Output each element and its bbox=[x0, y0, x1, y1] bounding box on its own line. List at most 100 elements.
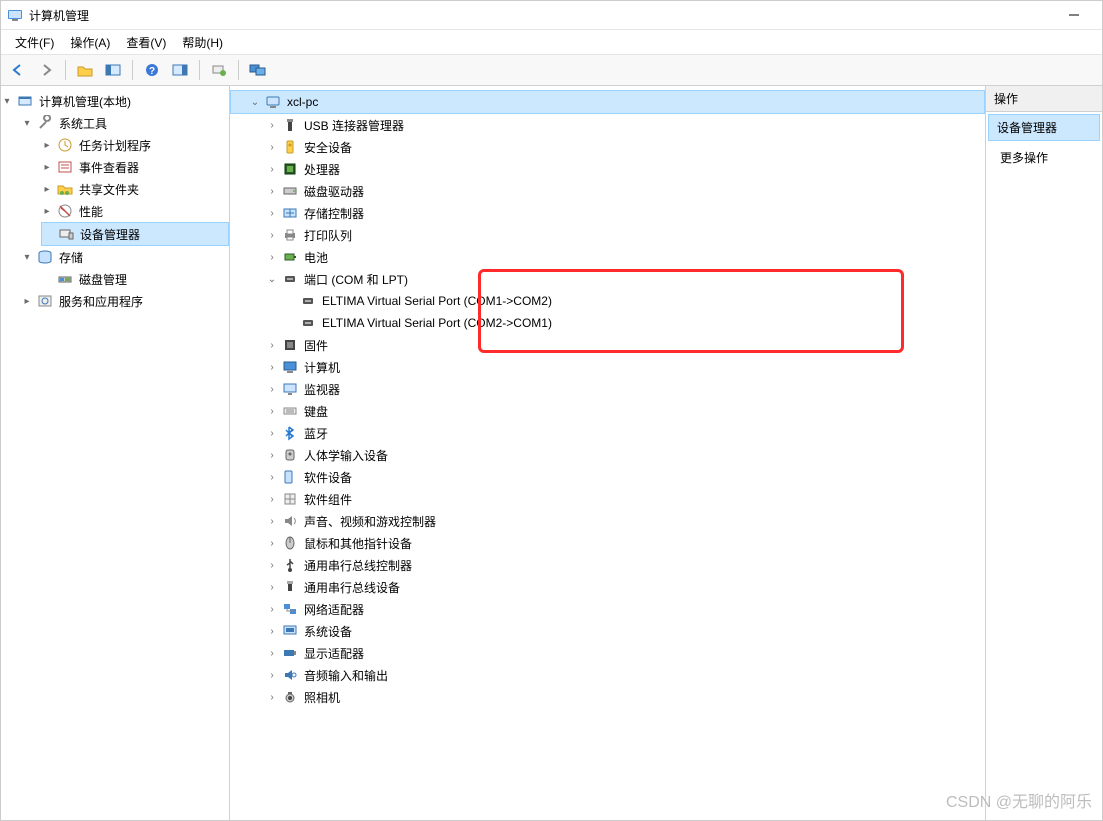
device-category[interactable]: › 显示适配器 bbox=[230, 642, 985, 664]
monitors-button[interactable] bbox=[245, 57, 271, 83]
device-category[interactable]: ›蓝牙 bbox=[230, 422, 985, 444]
expand-icon[interactable]: ▸ bbox=[41, 184, 53, 195]
device-category[interactable]: ⌄端口 (COM 和 LPT) bbox=[230, 268, 985, 290]
actions-pane-more[interactable]: 更多操作 bbox=[986, 143, 1102, 172]
device-category[interactable]: ›固件 bbox=[230, 334, 985, 356]
tree-storage[interactable]: ▾ 存储 bbox=[21, 246, 229, 268]
menu-file[interactable]: 文件(F) bbox=[7, 32, 62, 53]
show-hide-tree-button[interactable] bbox=[100, 57, 126, 83]
pane-button[interactable] bbox=[167, 57, 193, 83]
expand-icon[interactable]: › bbox=[266, 340, 278, 351]
cpu-icon bbox=[282, 161, 298, 177]
device-category[interactable]: ›处理器 bbox=[230, 158, 985, 180]
expand-icon[interactable]: ▾ bbox=[21, 252, 33, 263]
device-category[interactable]: › 监视器 bbox=[230, 378, 985, 400]
tree-disk-management[interactable]: 磁盘管理 bbox=[41, 268, 229, 290]
expand-icon[interactable]: › bbox=[266, 120, 278, 131]
expand-icon[interactable]: › bbox=[266, 208, 278, 219]
tree-shared-folders[interactable]: ▸共享文件夹 bbox=[41, 178, 229, 200]
minimize-button[interactable] bbox=[1052, 1, 1096, 29]
expand-icon[interactable]: › bbox=[266, 384, 278, 395]
software-device-icon bbox=[282, 469, 298, 485]
expand-icon[interactable]: › bbox=[266, 450, 278, 461]
device-category[interactable]: ›软件设备 bbox=[230, 466, 985, 488]
expand-icon[interactable]: › bbox=[266, 428, 278, 439]
expand-icon[interactable]: › bbox=[266, 406, 278, 417]
menu-help[interactable]: 帮助(H) bbox=[174, 32, 231, 53]
tree-event-viewer[interactable]: ▸事件查看器 bbox=[41, 156, 229, 178]
expand-icon[interactable]: › bbox=[266, 560, 278, 571]
expand-icon[interactable]: › bbox=[266, 142, 278, 153]
expand-icon[interactable]: › bbox=[266, 230, 278, 241]
tree-label: 服务和应用程序 bbox=[57, 293, 145, 310]
expand-icon[interactable]: ▸ bbox=[41, 206, 53, 217]
help-button[interactable]: ? bbox=[139, 57, 165, 83]
expand-icon[interactable]: › bbox=[266, 164, 278, 175]
folder-up-button[interactable] bbox=[72, 57, 98, 83]
device-category[interactable]: ›USB 连接器管理器 bbox=[230, 114, 985, 136]
device-category[interactable]: ›安全设备 bbox=[230, 136, 985, 158]
device-category[interactable]: › 系统设备 bbox=[230, 620, 985, 642]
device-category[interactable]: ›打印队列 bbox=[230, 224, 985, 246]
device-label: 监视器 bbox=[302, 381, 342, 398]
expand-icon[interactable]: › bbox=[266, 648, 278, 659]
tree-services-apps[interactable]: ▸ 服务和应用程序 bbox=[21, 290, 229, 312]
device-category[interactable]: ›照相机 bbox=[230, 686, 985, 708]
tree-root[interactable]: ▾ 计算机管理(本地) bbox=[1, 90, 229, 112]
device-category[interactable]: › 人体学输入设备 bbox=[230, 444, 985, 466]
expand-icon[interactable]: › bbox=[266, 670, 278, 681]
device-category[interactable]: ›存储控制器 bbox=[230, 202, 985, 224]
device-label: 人体学输入设备 bbox=[302, 447, 390, 464]
tree-label: 存储 bbox=[57, 249, 85, 266]
device-category[interactable]: ›键盘 bbox=[230, 400, 985, 422]
expand-icon[interactable]: › bbox=[266, 604, 278, 615]
expand-icon[interactable]: ⌄ bbox=[249, 97, 261, 108]
expand-icon[interactable]: › bbox=[266, 626, 278, 637]
device-category[interactable]: ›鼠标和其他指针设备 bbox=[230, 532, 985, 554]
back-button[interactable] bbox=[5, 57, 31, 83]
tree-device-manager[interactable]: 设备管理器 bbox=[41, 222, 229, 246]
device-tree-pane[interactable]: ⌄xcl-pc›USB 连接器管理器›安全设备›处理器›磁盘驱动器›存储控制器›… bbox=[230, 86, 986, 820]
device-category[interactable]: ›电池 bbox=[230, 246, 985, 268]
expand-icon[interactable]: › bbox=[266, 252, 278, 263]
device-category[interactable]: ›通用串行总线设备 bbox=[230, 576, 985, 598]
expand-icon[interactable]: ▾ bbox=[21, 118, 33, 129]
console-tree[interactable]: ▾ 计算机管理(本地) ▾ 系统工具 ▸任务计划程序 bbox=[1, 86, 230, 820]
expand-icon[interactable]: › bbox=[266, 186, 278, 197]
device-category[interactable]: ›软件组件 bbox=[230, 488, 985, 510]
expand-icon[interactable]: › bbox=[266, 692, 278, 703]
device-category[interactable]: ›声音、视频和游戏控制器 bbox=[230, 510, 985, 532]
device-item[interactable]: ELTIMA Virtual Serial Port (COM2->COM1) bbox=[230, 312, 985, 334]
expand-icon[interactable]: ▸ bbox=[21, 296, 33, 307]
expand-icon[interactable]: › bbox=[266, 472, 278, 483]
device-root[interactable]: ⌄xcl-pc bbox=[230, 90, 985, 114]
device-category[interactable]: ›通用串行总线控制器 bbox=[230, 554, 985, 576]
device-item[interactable]: ELTIMA Virtual Serial Port (COM1->COM2) bbox=[230, 290, 985, 312]
expand-icon[interactable]: ▾ bbox=[1, 96, 13, 107]
mgmt-icon bbox=[17, 93, 33, 109]
device-label: 系统设备 bbox=[302, 623, 354, 640]
expand-icon[interactable]: ▸ bbox=[41, 140, 53, 151]
usb-controller-icon bbox=[282, 557, 298, 573]
expand-icon[interactable]: › bbox=[266, 538, 278, 549]
device-category[interactable]: ›计算机 bbox=[230, 356, 985, 378]
expand-icon[interactable]: › bbox=[266, 582, 278, 593]
tree-system-tools[interactable]: ▾ 系统工具 bbox=[21, 112, 229, 134]
tree-task-scheduler[interactable]: ▸任务计划程序 bbox=[41, 134, 229, 156]
clock-icon bbox=[57, 137, 73, 153]
device-category[interactable]: ›磁盘驱动器 bbox=[230, 180, 985, 202]
menu-view[interactable]: 查看(V) bbox=[118, 32, 174, 53]
expand-icon[interactable]: ⌄ bbox=[266, 274, 278, 285]
expand-icon[interactable]: › bbox=[266, 516, 278, 527]
scan-hardware-button[interactable] bbox=[206, 57, 232, 83]
tree-performance[interactable]: ▸性能 bbox=[41, 200, 229, 222]
device-label: 显示适配器 bbox=[302, 645, 366, 662]
device-category[interactable]: ›音频输入和输出 bbox=[230, 664, 985, 686]
expand-icon[interactable]: ▸ bbox=[41, 162, 53, 173]
actions-pane-selected[interactable]: 设备管理器 bbox=[988, 114, 1100, 141]
device-category[interactable]: ›网络适配器 bbox=[230, 598, 985, 620]
forward-button[interactable] bbox=[33, 57, 59, 83]
expand-icon[interactable]: › bbox=[266, 362, 278, 373]
expand-icon[interactable]: › bbox=[266, 494, 278, 505]
menu-action[interactable]: 操作(A) bbox=[62, 32, 118, 53]
